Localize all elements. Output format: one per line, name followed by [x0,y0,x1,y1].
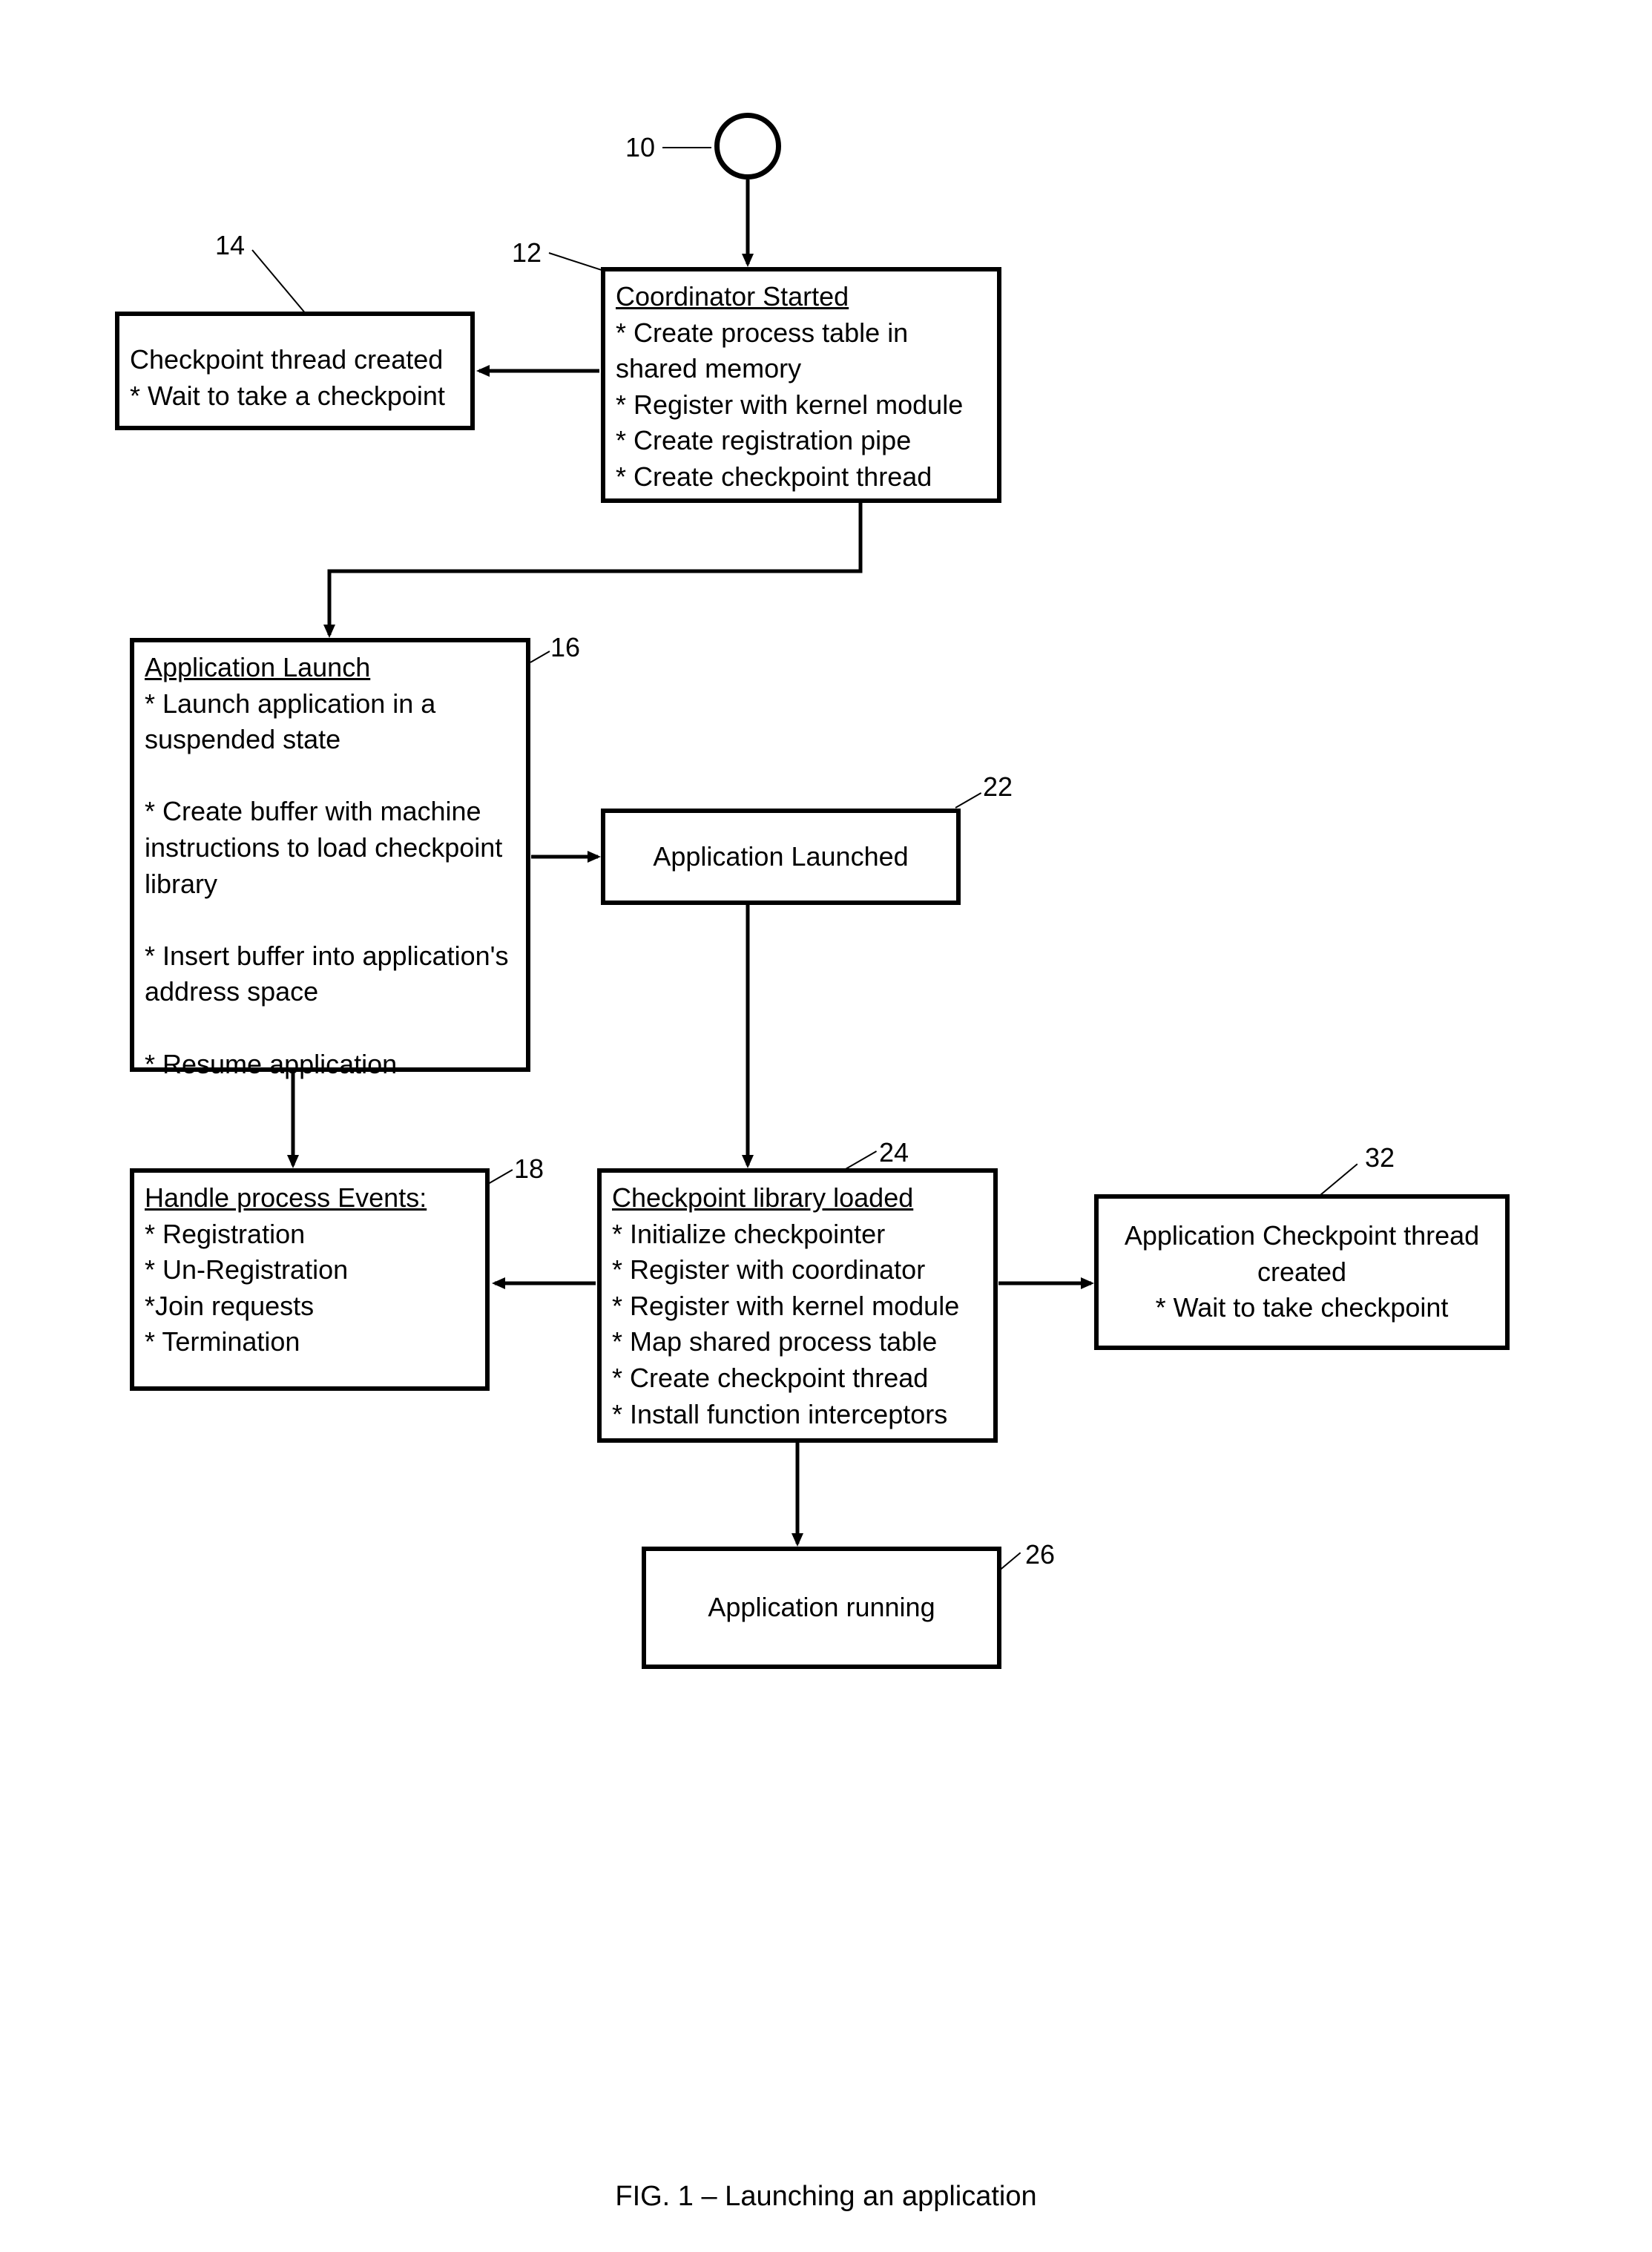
leader-16 [530,651,550,663]
box-handle-events: Handle process Events: * Registration * … [130,1168,490,1391]
leader-32 [1320,1163,1358,1195]
app-launched-text: Application Launched [653,839,908,875]
box-coordinator-started: Coordinator Started * Create process tab… [601,267,1001,503]
coordinator-bullets: * Create process table in shared memory … [616,317,963,492]
app-launch-title: Application Launch [145,650,516,686]
app-running-text: Application running [708,1590,935,1626]
label-32: 32 [1365,1142,1395,1173]
box-checkpoint-library: Checkpoint library loaded * Initialize c… [597,1168,998,1443]
coordinator-title: Coordinator Started [616,279,987,315]
leader-14 [251,249,305,313]
label-18: 18 [514,1153,544,1185]
label-10: 10 [625,132,655,163]
ckpt-lib-title: Checkpoint library loaded [612,1180,983,1216]
ckpt-thread-line1: Checkpoint thread created [130,342,443,378]
figure-caption: FIG. 1 – Launching an application [0,2181,1652,2213]
label-24: 24 [879,1137,909,1168]
handle-events-bullets: * Registration * Un-Registration *Join r… [145,1219,348,1357]
app-launch-bullets: * Launch application in a suspended stat… [145,688,509,1079]
leader-12 [549,252,606,272]
box-checkpoint-thread: Checkpoint thread created * Wait to take… [115,312,475,430]
leader-10 [662,147,711,148]
label-14: 14 [215,230,245,261]
flowchart-canvas: 10 Coordinator Started * Create process … [0,0,1652,2252]
ckpt-lib-bullets: * Initialize checkpointer * Register wit… [612,1219,959,1429]
box-application-launched: Application Launched [601,809,961,905]
app-ckpt-line2: * Wait to take checkpoint [1156,1290,1449,1326]
label-16: 16 [550,632,580,663]
leader-18 [488,1169,513,1185]
ckpt-thread-line2: * Wait to take a checkpoint [130,378,445,415]
box-app-checkpoint-thread: Application Checkpoint thread created * … [1094,1194,1510,1350]
leader-22 [955,792,982,809]
leader-24 [846,1150,878,1170]
box-application-launch: Application Launch * Launch application … [130,638,530,1072]
label-22: 22 [983,771,1013,803]
handle-events-title: Handle process Events: [145,1180,475,1216]
box-application-running: Application running [642,1547,1001,1669]
label-12: 12 [512,237,542,269]
app-ckpt-line1: Application Checkpoint thread created [1109,1218,1495,1290]
label-26: 26 [1025,1539,1055,1570]
start-node [714,113,781,180]
